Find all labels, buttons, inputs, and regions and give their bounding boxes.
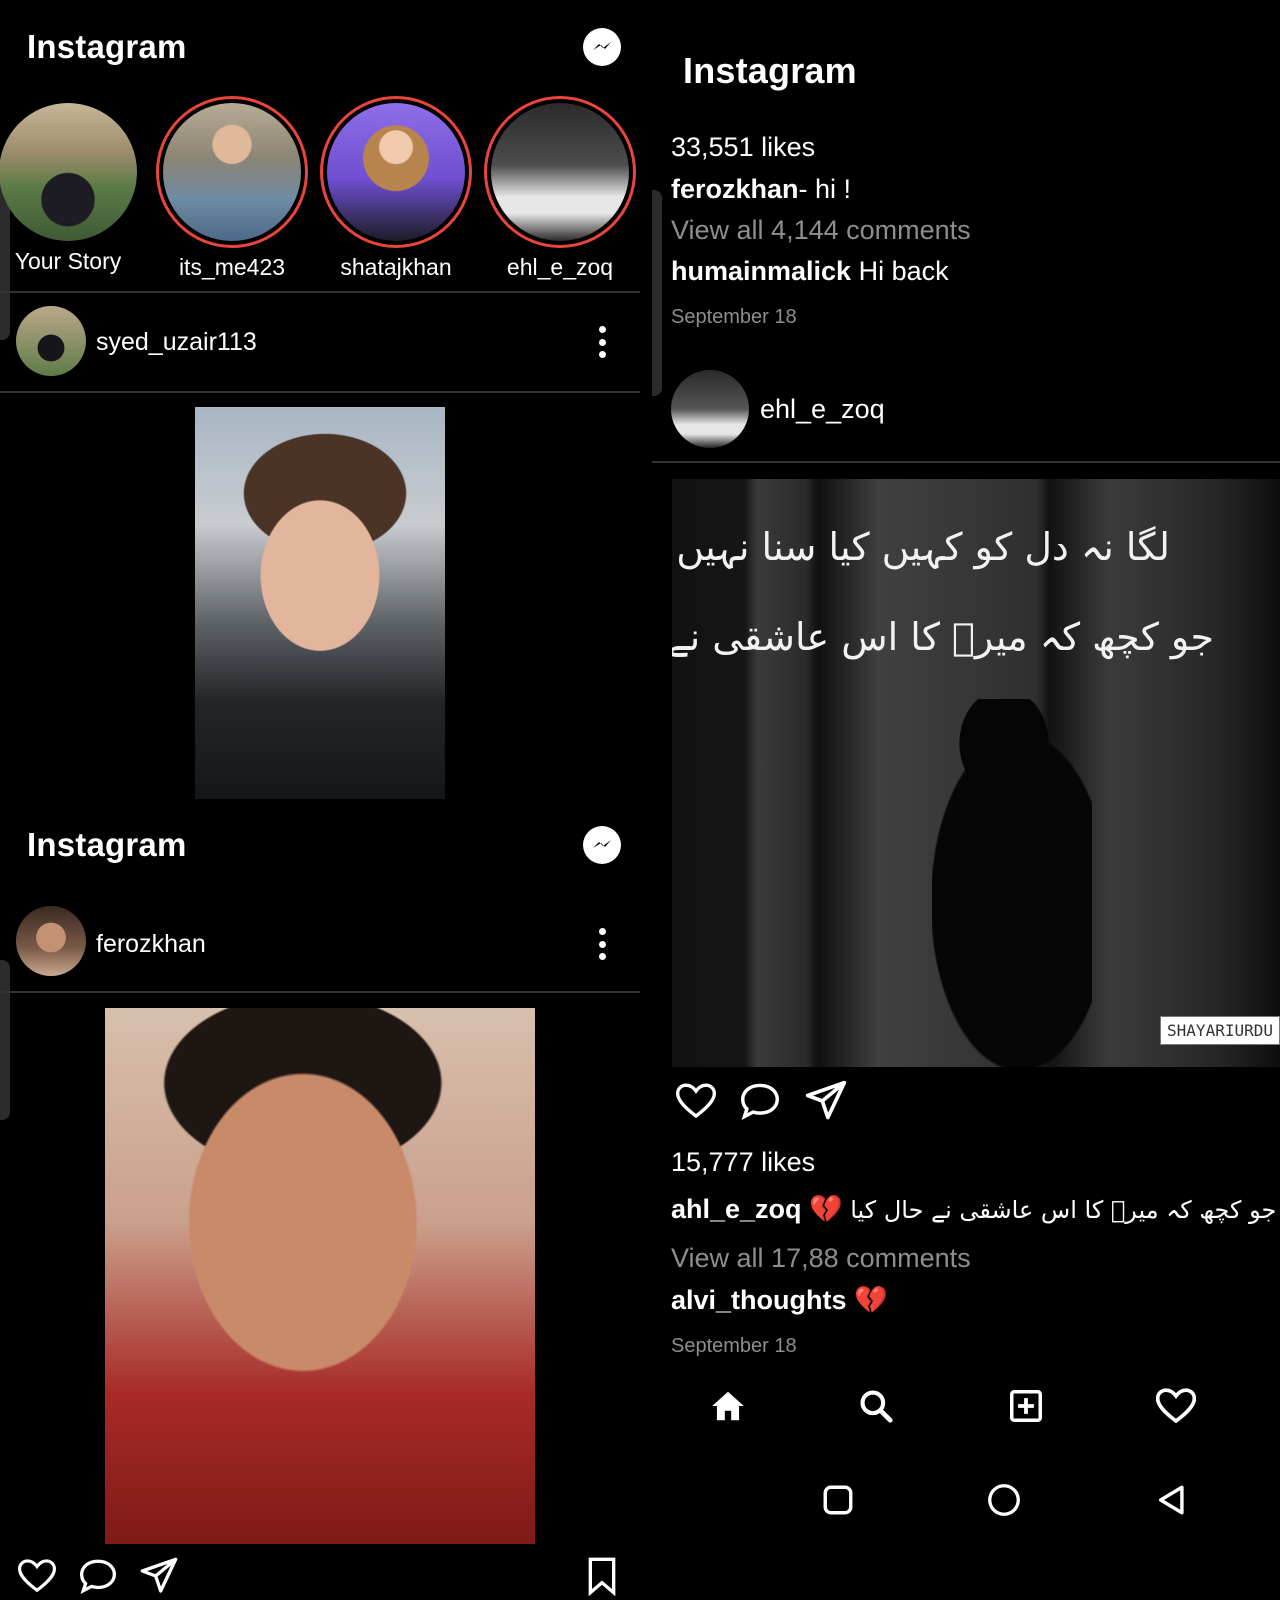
post-author-avatar[interactable] [671,370,749,448]
post-date: September 18 [671,1335,797,1357]
share-paper-plane-icon[interactable] [800,1078,852,1124]
story-its-me423[interactable]: its_me423 [156,96,308,281]
like-heart-icon[interactable] [674,1080,718,1122]
story-ehl-e-zoq[interactable]: ehl_e_zoq [484,96,636,281]
post-header: ferozkhan [0,906,640,986]
post-author-avatar[interactable] [16,906,86,976]
watermark-label: SHAYARIURDU [1160,1016,1280,1045]
stories-tray: Your Story its_me423 shatajkhan ehl_e_zo… [0,96,640,282]
divider [0,391,640,393]
instagram-logo-text: Instagram [27,28,187,65]
story-label: ehl_e_zoq [506,254,614,280]
post-photo[interactable]: لگا نہ دل کو کہیں کیا سنا نہیں تو نے جو … [672,479,1280,1067]
messenger-icon[interactable] [583,826,621,864]
caption: ahl_e_zoq 💔 جو کچھ کہ میرؔ کا اس عاشقی ن… [671,1193,1276,1225]
post-date: September 18 [671,306,797,328]
left-feed-panel: Instagram Your Story its_me423 shatajkha… [0,0,640,1600]
home-circle-icon[interactable] [984,1480,1024,1520]
poetry-line-1: لگا نہ دل کو کہیں کیا سنا نہیں تو نے [672,525,1170,569]
comment-username[interactable]: alvi_thoughts [671,1285,847,1315]
comment-row: humainmalick Hi back [671,256,949,287]
story-avatar [491,103,629,241]
top-bar: Instagram [0,798,640,864]
post-header: syed_uzair113 [0,302,640,382]
story-label: its_me423 [178,254,286,280]
silhouette-figure [932,699,1092,1067]
caption-text: جو کچھ کہ میرؔ کا اس عاشقی نے حال کیا [850,1196,1277,1224]
instagram-logo-text: Instagram [683,50,857,91]
comment-text: Hi back [858,256,949,286]
messenger-icon[interactable] [583,28,621,66]
save-bookmark-icon[interactable] [584,1554,620,1598]
poetry-line-2: جو کچھ کہ میرؔ کا اس عاشقی نے حال کیا [672,615,1214,659]
post-author-username[interactable]: syed_uzair113 [96,328,257,357]
caption-username[interactable]: ahl_e_zoq [671,1194,802,1224]
likes-count[interactable]: 33,551 likes [671,132,815,163]
post-author-username[interactable]: ehl_e_zoq [760,394,885,425]
post-author-username[interactable]: ferozkhan [96,930,206,959]
activity-heart-icon[interactable] [1152,1384,1200,1428]
story-your-story[interactable]: Your Story [0,96,144,275]
post-author-avatar[interactable] [16,306,86,376]
add-post-icon[interactable] [1002,1384,1050,1428]
home-icon[interactable] [704,1384,752,1428]
share-paper-plane-icon[interactable] [136,1554,182,1598]
story-shatajkhan[interactable]: shatajkhan [320,96,472,281]
caption: ferozkhan- hi ! [671,174,851,205]
broken-heart-emoji: 💔 [854,1285,888,1315]
story-avatar [163,103,301,241]
post-photo[interactable] [195,407,445,799]
story-ring [0,96,144,248]
story-label: Your Story [14,248,122,274]
caption-username[interactable]: ferozkhan [671,174,799,204]
comment-bubble-icon[interactable] [736,1080,784,1122]
likes-count[interactable]: 15,777 likes [671,1147,815,1178]
instagram-logo-text: Instagram [27,826,187,863]
story-ring [156,96,308,248]
story-label: shatajkhan [340,254,452,280]
right-feed-panel: Instagram 33,551 likes ferozkhan- hi ! V… [652,0,1280,1600]
more-options-icon[interactable] [597,326,607,358]
post-photo[interactable] [105,1008,535,1544]
like-heart-icon[interactable] [16,1556,58,1596]
search-icon[interactable] [852,1384,900,1428]
story-ring [320,96,472,248]
top-bar: Instagram [0,0,640,66]
divider [0,991,640,993]
comment-row: alvi_thoughts 💔 [671,1284,888,1316]
right-scroll-indicator [652,190,662,396]
story-ring [484,96,636,248]
comment-username[interactable]: humainmalick [671,256,851,286]
view-all-comments-link[interactable]: View all 17,88 comments [671,1243,971,1274]
story-avatar [0,103,137,241]
divider [0,291,640,293]
broken-heart-emoji: 💔 [809,1194,843,1224]
back-triangle-icon[interactable] [1152,1480,1192,1520]
comment-bubble-icon[interactable] [76,1556,120,1596]
more-options-icon[interactable] [597,928,607,960]
divider [652,461,1280,463]
recents-square-icon[interactable] [818,1480,858,1520]
story-avatar [327,103,465,241]
caption-text: - hi ! [798,174,852,204]
view-all-comments-link[interactable]: View all 4,144 comments [671,215,971,246]
